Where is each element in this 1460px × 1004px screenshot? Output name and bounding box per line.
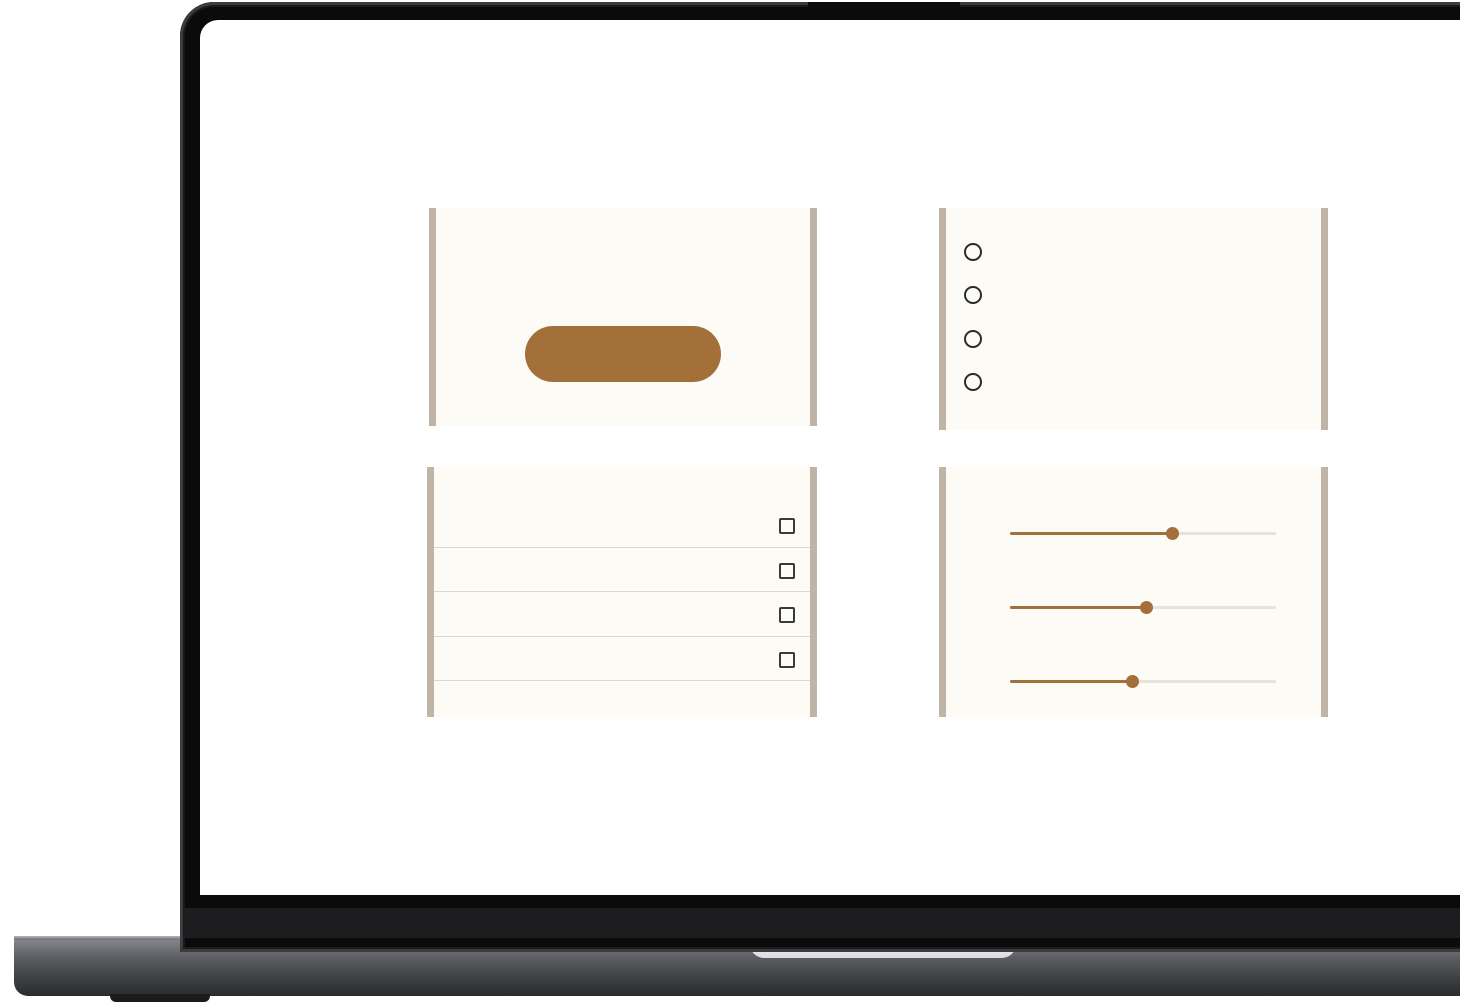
checkbox-list-panel (427, 467, 817, 717)
laptop-mockup (0, 0, 1460, 1004)
laptop-foot (110, 994, 210, 1002)
checkbox-3[interactable] (779, 607, 795, 623)
radio-option-1[interactable] (964, 243, 982, 261)
radio-option-2[interactable] (964, 286, 982, 304)
slider-2[interactable] (1010, 600, 1276, 616)
radio-option-4[interactable] (964, 373, 982, 391)
list-item-3[interactable] (434, 593, 810, 637)
slider-fill (1010, 606, 1146, 609)
slider-3[interactable] (1010, 674, 1276, 690)
checkbox-1[interactable] (779, 518, 795, 534)
laptop-screen (200, 20, 1460, 895)
primary-button[interactable] (525, 326, 721, 382)
radio-option-3[interactable] (964, 330, 982, 348)
slider-thumb[interactable] (1126, 675, 1140, 688)
checkbox-2[interactable] (779, 563, 795, 579)
slider-thumb[interactable] (1139, 601, 1153, 614)
slider-fill (1010, 532, 1173, 535)
list-item-1[interactable] (434, 504, 810, 548)
laptop-display-chin (184, 908, 1460, 938)
checkbox-4[interactable] (779, 652, 795, 668)
button-panel (429, 208, 817, 426)
list-item-4[interactable] (434, 637, 810, 681)
slider-panel (939, 467, 1328, 717)
slider-thumb[interactable] (1166, 527, 1180, 540)
radio-panel (939, 208, 1328, 430)
slider-1[interactable] (1010, 526, 1276, 542)
slider-fill (1010, 680, 1133, 683)
list-item-2[interactable] (434, 548, 810, 592)
